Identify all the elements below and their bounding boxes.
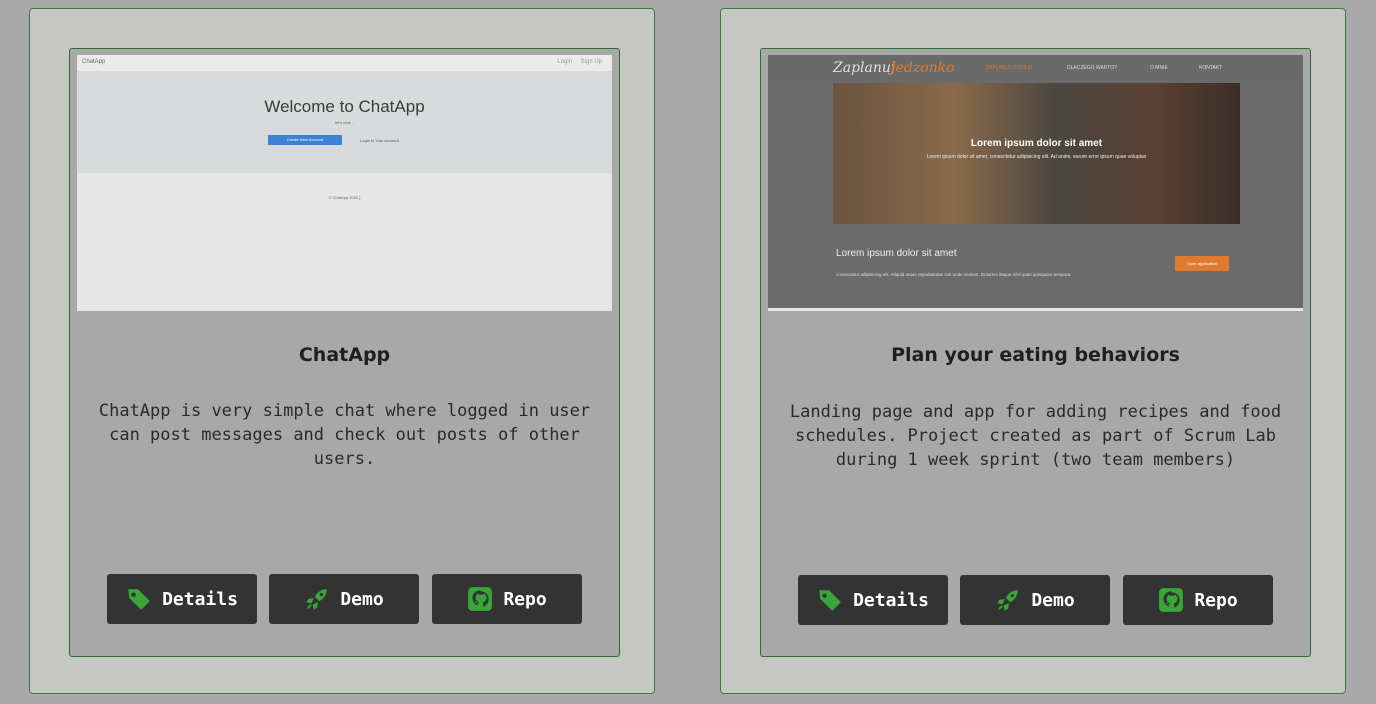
- project-card: ChatApp Login Sign Up Welcome to ChatApp…: [69, 48, 620, 657]
- preview-hero-image: Lorem ipsum dolor sit amet Lorem ipsum d…: [833, 83, 1240, 224]
- github-icon: [1159, 588, 1184, 612]
- details-button[interactable]: Details: [798, 575, 948, 625]
- preview-section-text: consectetur adipisicing elit. Aliquid at…: [836, 272, 1072, 277]
- tag-icon: [128, 589, 150, 610]
- project-card-outer: ChatApp Login Sign Up Welcome to ChatApp…: [29, 8, 655, 694]
- preview-brand: ChatApp: [82, 59, 106, 65]
- preview-nav-item: DLACZEGO WARTO?: [1067, 65, 1117, 71]
- preview-nav-item: ZAPLANUJ POSIŁKI: [986, 65, 1033, 71]
- preview-login: Login: [557, 59, 572, 65]
- preview-nav-item: KONTAKT: [1199, 65, 1223, 71]
- preview-navbar: Zaplanuj Jedzonko ZAPLANUJ POSIŁKI DLACZ…: [768, 55, 1303, 83]
- project-title: Plan your eating behaviors: [891, 344, 1180, 366]
- repo-label: Repo: [503, 588, 547, 610]
- preview-divider: [768, 308, 1303, 311]
- demo-button[interactable]: Demo: [269, 574, 419, 624]
- details-button[interactable]: Details: [107, 574, 257, 624]
- details-label: Details: [853, 589, 929, 611]
- project-card-outer: Zaplanuj Jedzonko ZAPLANUJ POSIŁKI DLACZ…: [720, 8, 1346, 694]
- preview-section-title: Lorem ipsum dolor sit amet: [836, 248, 957, 259]
- repo-button[interactable]: Repo: [1123, 575, 1273, 625]
- preview-nav-item: O MNIE: [1150, 65, 1168, 71]
- tag-icon: [819, 590, 841, 611]
- preview-create-button: Create New Account: [268, 135, 342, 145]
- details-label: Details: [162, 588, 238, 610]
- preview-hero-text: Lorem ipsum dolor sit amet, consectetur …: [926, 154, 1147, 160]
- preview-logo-a: Zaplanuj: [833, 60, 896, 76]
- repo-label: Repo: [1194, 589, 1238, 611]
- preview-cta-button: Open application: [1175, 256, 1229, 271]
- preview-navbar: ChatApp Login Sign Up: [77, 55, 612, 71]
- project-description: ChatApp is very simple chat where logged…: [98, 401, 591, 469]
- preview-logo-b: Jedzonko: [890, 60, 955, 76]
- github-icon: [468, 587, 493, 611]
- rocket-icon: [997, 590, 1019, 611]
- preview-signup: Sign Up: [580, 59, 602, 65]
- repo-button[interactable]: Repo: [432, 574, 582, 624]
- project-screenshot: Zaplanuj Jedzonko ZAPLANUJ POSIŁKI DLACZ…: [768, 55, 1303, 311]
- project-screenshot: ChatApp Login Sign Up Welcome to ChatApp…: [77, 55, 612, 311]
- project-card: Zaplanuj Jedzonko ZAPLANUJ POSIŁKI DLACZ…: [760, 48, 1311, 657]
- demo-label: Demo: [340, 588, 384, 610]
- preview-login-link: Login to Your Account: [360, 138, 399, 143]
- project-description: Landing page and app for adding recipes …: [789, 402, 1282, 470]
- preview-subheading: let's chat...: [335, 120, 354, 125]
- demo-button[interactable]: Demo: [960, 575, 1110, 625]
- preview-hero: Welcome to ChatApp let's chat... Create …: [77, 71, 612, 173]
- rocket-icon: [306, 589, 328, 610]
- demo-label: Demo: [1031, 589, 1075, 611]
- preview-heading: Welcome to ChatApp: [264, 97, 425, 116]
- preview-body: © ChatApp 2020 ]: [77, 173, 612, 311]
- preview-footer: © ChatApp 2020 ]: [328, 195, 361, 200]
- project-title: ChatApp: [298, 344, 391, 366]
- preview-hero-title: Lorem ipsum dolor sit amet: [970, 138, 1103, 149]
